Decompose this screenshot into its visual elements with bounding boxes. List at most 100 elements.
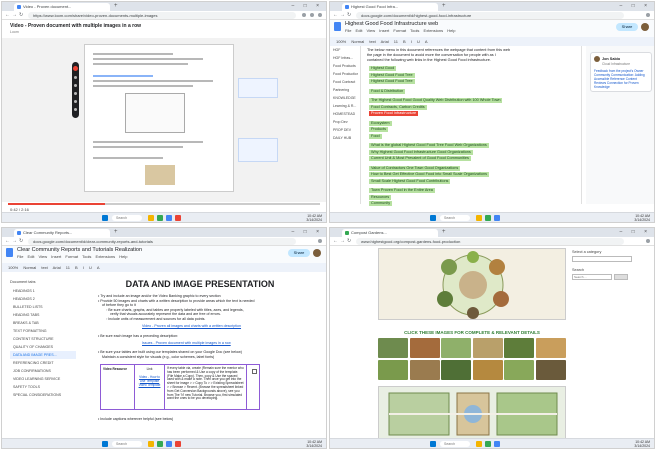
browser-tab[interactable]: Highest Good Food Infra... xyxy=(342,3,438,11)
pen-icon[interactable] xyxy=(74,76,77,79)
outline-item[interactable]: Partnering xyxy=(330,86,358,94)
taskbar-clock[interactable]: 10:42 AM 3/14/2024 xyxy=(306,440,322,448)
issues-link[interactable]: Issues - Proven document with multiple i… xyxy=(142,341,231,345)
avatar[interactable] xyxy=(641,23,649,31)
video-link[interactable]: Video - Proven all images and charts wit… xyxy=(142,324,241,328)
outline-item[interactable]: HEADINGS 1 xyxy=(10,287,76,295)
app-icon[interactable] xyxy=(175,215,181,221)
start-icon[interactable] xyxy=(430,215,436,221)
highlighted-list-item[interactable]: Food & Distribution xyxy=(369,88,406,94)
chrome-icon[interactable] xyxy=(485,441,491,447)
profile-icon[interactable] xyxy=(318,13,322,17)
new-tab-icon[interactable]: + xyxy=(114,3,118,9)
outline-item[interactable]: Prop Dev xyxy=(330,118,358,126)
forward-icon[interactable]: → xyxy=(340,12,345,18)
share-button[interactable]: Share xyxy=(616,23,638,31)
start-icon[interactable] xyxy=(102,215,108,221)
taskbar-search[interactable]: Search xyxy=(440,215,470,221)
window-controls[interactable]: – □ × xyxy=(292,229,324,235)
image-thumbnail[interactable] xyxy=(441,360,471,380)
search-button[interactable] xyxy=(614,274,628,280)
highlighted-list-item[interactable]: Highest Good Food Tree xyxy=(369,79,415,84)
browser-tab[interactable]: Video - Proven document... xyxy=(14,3,110,11)
reload-icon[interactable]: ↻ xyxy=(19,238,23,244)
recording-toolbar[interactable] xyxy=(72,62,79,118)
taskbar-clock[interactable]: 10:42 AM 3/14/2024 xyxy=(306,214,322,222)
url-input[interactable]: https://www.loom.com/share/video-proven-… xyxy=(28,12,296,19)
window-controls[interactable]: – □ × xyxy=(292,3,324,9)
image-thumbnail[interactable] xyxy=(535,338,566,358)
url-input[interactable]: docs.google.com/document/d/highest-good-… xyxy=(356,12,624,19)
outline-item[interactable]: CONTENT STRUCTURE xyxy=(10,335,76,343)
app-icon[interactable] xyxy=(175,441,181,447)
outline-item[interactable]: SPECIAL CONSIDERATIONS xyxy=(10,391,76,399)
format-toolbar[interactable]: 100% Normal text Arial 11 B I U A xyxy=(330,37,654,46)
document-page[interactable]: DATA AND IMAGE PRESENTATION • Try and in… xyxy=(82,272,318,430)
outline-item[interactable]: QUALITY OF CHANGES xyxy=(10,343,76,351)
outline-item[interactable]: HGF Infras... xyxy=(330,54,358,62)
highlighted-list-item[interactable]: How to Best Get Effective Good Food into… xyxy=(369,172,490,177)
outline-item[interactable]: SAFETY TOOLS xyxy=(10,383,76,391)
outline-item[interactable]: JOB CONFIRMATIONS xyxy=(10,367,76,375)
highlighted-list-item[interactable]: Products xyxy=(369,127,388,132)
video-progress-bar[interactable] xyxy=(8,203,320,205)
extension-icon[interactable] xyxy=(310,13,314,17)
image-thumbnail[interactable] xyxy=(409,360,440,380)
back-icon[interactable]: ← xyxy=(5,12,10,18)
highlighted-list-item[interactable]: What is the global Highest Good Food Tre… xyxy=(369,143,489,148)
image-thumbnail[interactable] xyxy=(504,338,534,358)
pause-icon[interactable] xyxy=(74,100,77,103)
record-icon[interactable] xyxy=(73,66,78,71)
app-icon[interactable] xyxy=(166,441,172,447)
highlighted-list-item[interactable]: The Highest Good Food Good Quality Web D… xyxy=(369,98,503,103)
doc-title[interactable]: Clear Community Reports and Tutorials Re… xyxy=(17,247,142,253)
image-thumbnail[interactable] xyxy=(409,338,440,358)
file-explorer-icon[interactable] xyxy=(148,215,154,221)
outline-item[interactable]: DATA AND IMAGE PRES... xyxy=(10,351,76,359)
back-icon[interactable]: ← xyxy=(333,238,338,244)
outline-item[interactable]: Food Products xyxy=(330,62,358,70)
outline-item[interactable]: HOMESTEAD xyxy=(330,110,358,118)
search-input[interactable] xyxy=(572,274,612,280)
outline-item[interactable]: BULLETED LISTS xyxy=(10,303,76,311)
extension-icon[interactable] xyxy=(302,13,306,17)
back-icon[interactable]: ← xyxy=(5,238,10,244)
taskbar-search[interactable]: Search xyxy=(112,441,142,447)
garden-layout-diagram[interactable] xyxy=(378,386,566,440)
chrome-icon[interactable] xyxy=(157,441,163,447)
image-thumbnail[interactable] xyxy=(378,338,408,358)
highlighted-list-item[interactable]: Ecosystem xyxy=(369,120,392,126)
highlighted-list-item[interactable]: Food xyxy=(369,133,382,139)
outline-item[interactable]: Food Contract xyxy=(330,78,358,86)
file-explorer-icon[interactable] xyxy=(476,215,482,221)
highlighted-list-item[interactable]: Community xyxy=(369,201,393,206)
image-thumbnail[interactable] xyxy=(378,360,408,380)
outline-item[interactable]: VIDEO LEARNING SERVICE xyxy=(10,375,76,383)
comment-card[interactable]: Jon Sabio Cloud Infrastructure Feedback … xyxy=(590,52,652,92)
trash-icon[interactable] xyxy=(74,108,77,111)
image-thumbnail[interactable] xyxy=(441,338,471,358)
taskbar-clock[interactable]: 10:42 AM 3/14/2024 xyxy=(634,214,650,222)
docs-logo-icon[interactable] xyxy=(6,248,13,257)
new-tab-icon[interactable]: + xyxy=(442,3,446,9)
doc-title[interactable]: Highest Good Food Infrastructure web xyxy=(345,21,438,27)
image-thumbnail[interactable] xyxy=(535,360,566,380)
share-button[interactable]: Share xyxy=(288,249,310,257)
highlighted-list-item[interactable]: Small Scale Highest Good Food Contributi… xyxy=(369,178,451,184)
back-icon[interactable]: ← xyxy=(333,12,338,18)
taskbar-search[interactable]: Search xyxy=(440,441,470,447)
image-thumbnail[interactable] xyxy=(472,360,503,380)
outline-item[interactable]: HGF xyxy=(330,46,358,54)
document-page[interactable]: The below menu in this document referenc… xyxy=(360,46,582,206)
profile-icon[interactable] xyxy=(646,239,650,243)
app-icon[interactable] xyxy=(494,441,500,447)
browser-tab[interactable]: Compost Gardens... xyxy=(342,229,438,237)
image-thumbnail[interactable] xyxy=(504,360,534,380)
reload-icon[interactable]: ↻ xyxy=(347,12,351,18)
outline-item[interactable]: Learning & R... xyxy=(330,102,358,110)
app-icon[interactable] xyxy=(494,215,500,221)
new-tab-icon[interactable]: + xyxy=(114,229,118,235)
start-icon[interactable] xyxy=(102,441,108,447)
outline-item[interactable]: KNOWLEDGE xyxy=(330,94,358,102)
highlighted-list-item[interactable]: Highest Good Food Tree xyxy=(369,72,415,78)
